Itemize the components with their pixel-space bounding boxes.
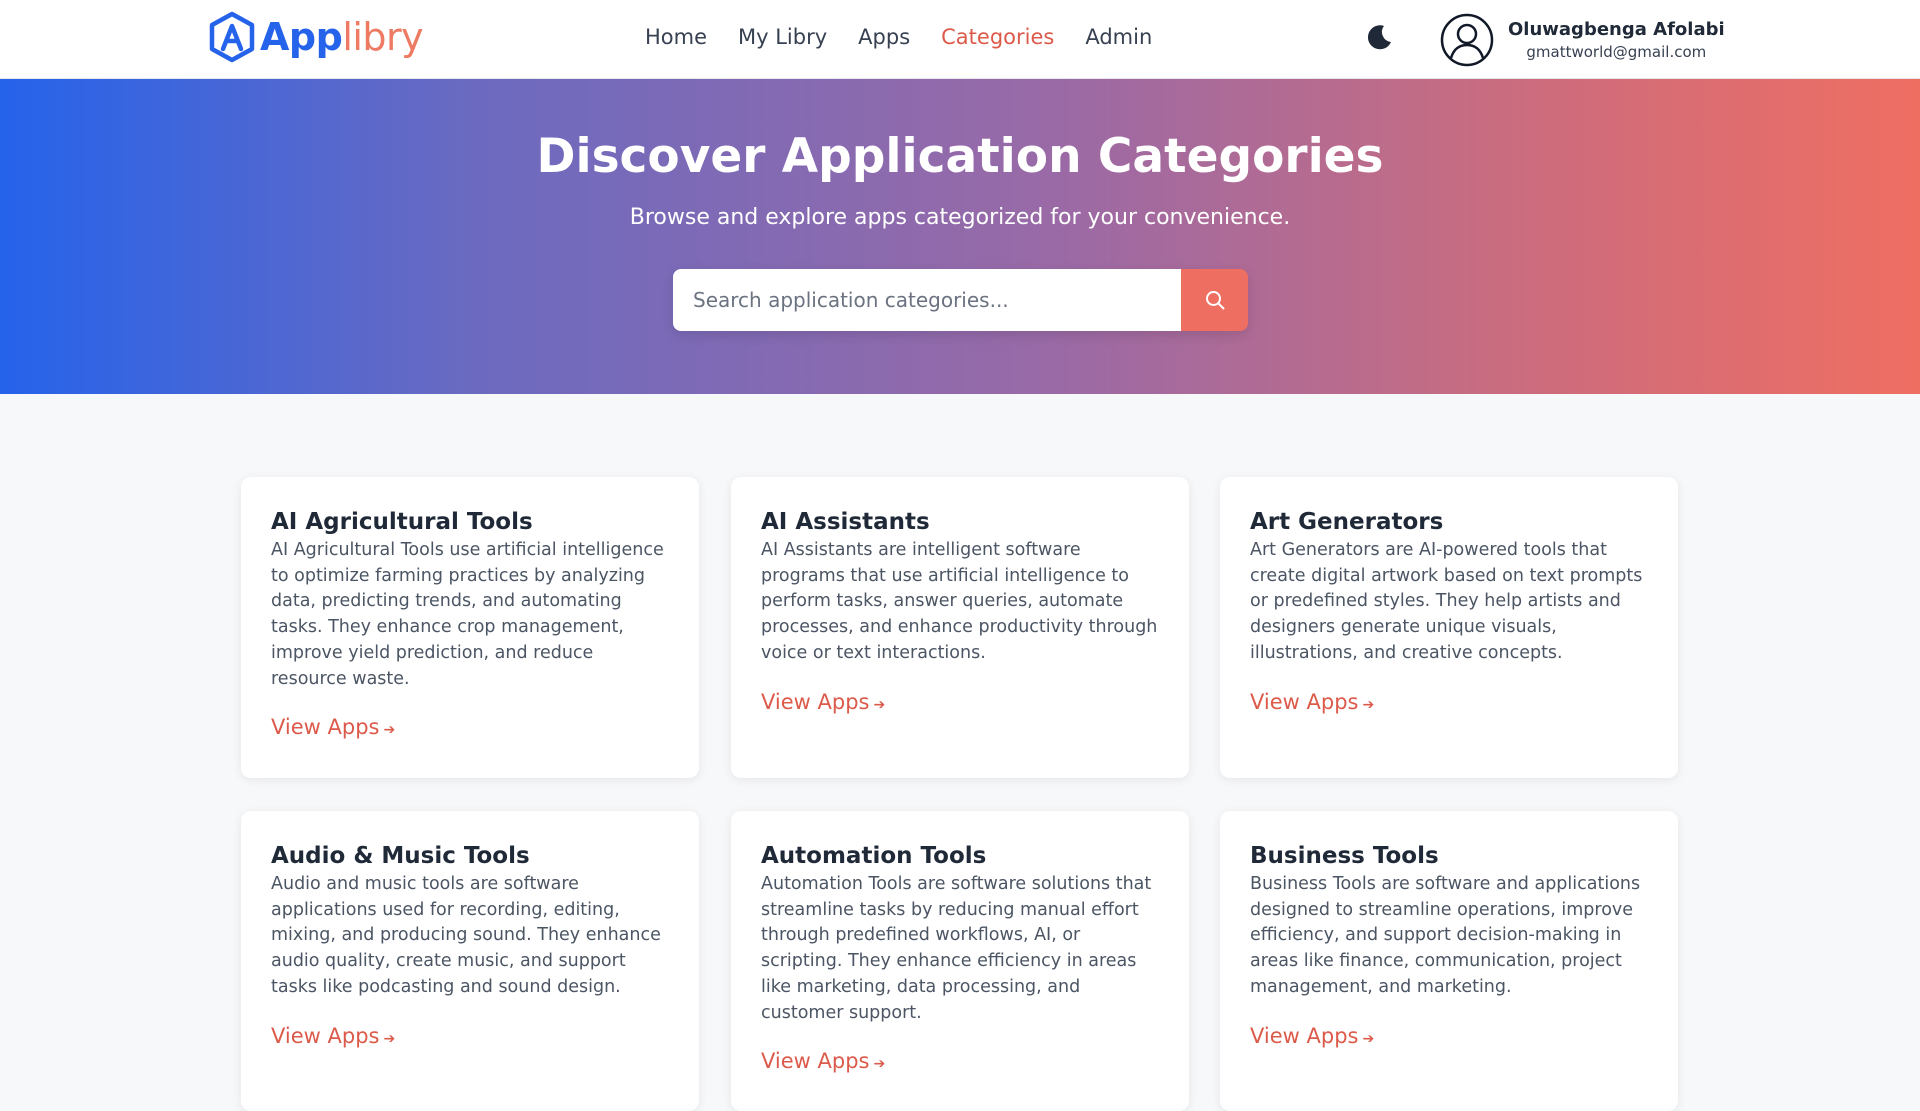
view-apps-link[interactable]: View Apps ➔ (761, 690, 885, 714)
category-title: AI Agricultural Tools (271, 509, 533, 535)
page-subtitle: Browse and explore apps categorized for … (629, 205, 1291, 230)
arrow-right-icon: ➔ (1362, 696, 1375, 713)
category-card: Art Generators Art Generators are AI-pow… (1220, 477, 1678, 778)
nav-admin[interactable]: Admin (1085, 25, 1152, 49)
category-card: Business Tools Business Tools are softwa… (1220, 811, 1678, 1111)
moon-icon (1367, 25, 1391, 50)
view-apps-label: View Apps (1250, 1023, 1359, 1048)
brand-name-part2: libry (342, 15, 424, 59)
view-apps-label: View Apps (761, 1049, 870, 1074)
arrow-right-icon: ➔ (1362, 1030, 1375, 1047)
category-description: Art Generators are AI-powered tools that… (1250, 540, 1643, 663)
search-button[interactable] (1181, 269, 1248, 331)
view-apps-link[interactable]: View Apps ➔ (271, 1024, 395, 1048)
view-apps-label: View Apps (761, 689, 870, 714)
category-description: AI Agricultural Tools use artificial int… (271, 540, 664, 689)
nav-my-libry[interactable]: My Libry (738, 25, 827, 49)
theme-toggle-button[interactable] (1364, 22, 1394, 52)
search-input[interactable] (673, 269, 1181, 331)
view-apps-link[interactable]: View Apps ➔ (761, 1049, 885, 1073)
arrow-right-icon: ➔ (383, 1030, 396, 1047)
view-apps-label: View Apps (271, 1023, 380, 1048)
nav-categories[interactable]: Categories (941, 25, 1054, 49)
main-nav: Home My Libry Apps Categories Admin (645, 22, 1152, 52)
logo-hexagon-icon (209, 11, 255, 63)
view-apps-label: View Apps (1250, 689, 1359, 714)
category-title: Automation Tools (761, 843, 987, 869)
category-title: Audio & Music Tools (271, 843, 530, 869)
hero-banner: Discover Application Categories Browse a… (0, 79, 1920, 394)
brand-name: Applibry (260, 15, 424, 59)
user-circle-icon (1440, 13, 1494, 67)
category-description: AI Assistants are intelligent software p… (761, 540, 1158, 663)
top-navbar: Applibry Home My Libry Apps Categories A… (0, 0, 1920, 79)
arrow-right-icon: ➔ (383, 722, 396, 739)
view-apps-link[interactable]: View Apps ➔ (1250, 690, 1374, 714)
category-card: AI Agricultural Tools AI Agricultural To… (241, 477, 699, 778)
category-card: Automation Tools Automation Tools are so… (731, 811, 1189, 1111)
arrow-right-icon: ➔ (873, 1056, 886, 1073)
view-apps-link[interactable]: View Apps ➔ (271, 715, 395, 739)
category-description: Automation Tools are software solutions … (761, 874, 1152, 1023)
arrow-right-icon: ➔ (873, 696, 886, 713)
category-description: Audio and music tools are software appli… (271, 874, 661, 997)
user-email: gmattworld@gmail.com (1526, 43, 1707, 61)
category-card: AI Assistants AI Assistants are intellig… (731, 477, 1189, 778)
category-card: Audio & Music Tools Audio and music tool… (241, 811, 699, 1111)
category-description: Business Tools are software and applicat… (1250, 874, 1641, 997)
category-search (673, 269, 1248, 331)
category-title: Business Tools (1250, 843, 1439, 869)
brand-logo[interactable]: Applibry (208, 11, 424, 63)
search-icon (1205, 291, 1224, 310)
brand-name-part1: App (260, 15, 343, 59)
user-menu[interactable]: Oluwagbenga Afolabi gmattworld@gmail.com (1440, 8, 1725, 72)
category-title: AI Assistants (761, 509, 930, 535)
user-info: Oluwagbenga Afolabi gmattworld@gmail.com (1508, 19, 1725, 61)
view-apps-label: View Apps (271, 715, 380, 740)
page-title: Discover Application Categories (536, 129, 1384, 184)
view-apps-link[interactable]: View Apps ➔ (1250, 1024, 1374, 1048)
nav-apps[interactable]: Apps (858, 25, 910, 49)
nav-home[interactable]: Home (645, 25, 707, 49)
user-name: Oluwagbenga Afolabi (1508, 19, 1725, 40)
category-title: Art Generators (1250, 509, 1444, 535)
